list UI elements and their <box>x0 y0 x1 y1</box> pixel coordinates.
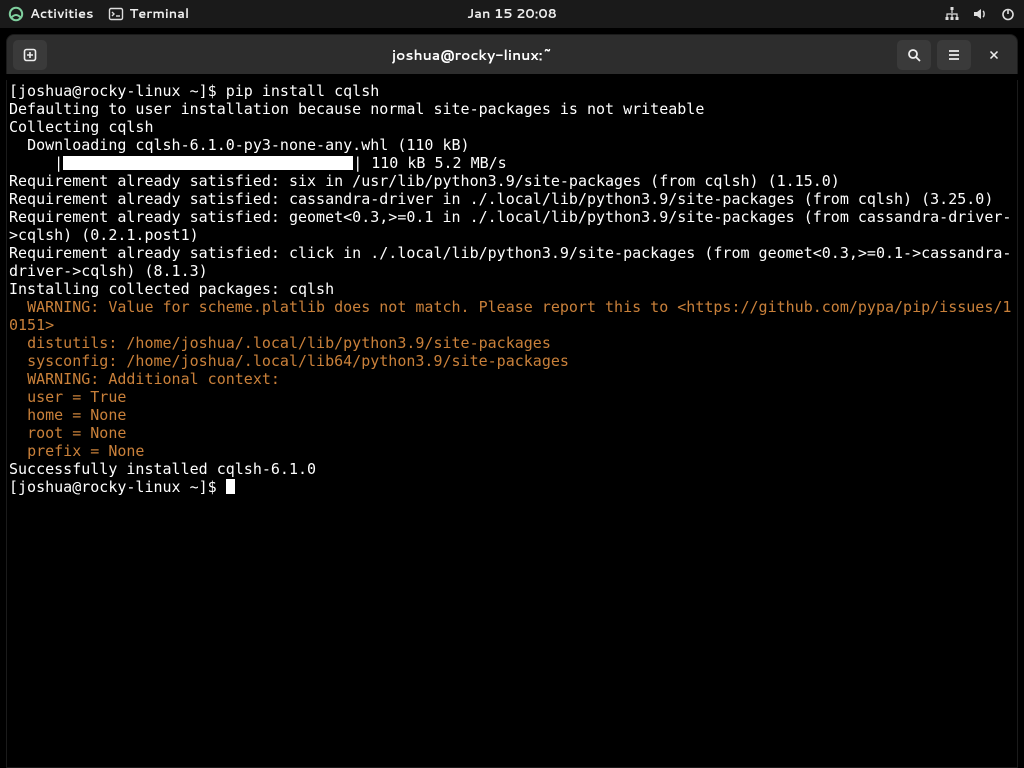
output-line: Installing collected packages: cqlsh <box>9 280 334 298</box>
clock[interactable]: Jan 15 20:08 <box>467 5 557 23</box>
activities-label: Activities <box>30 5 94 23</box>
network-icon[interactable] <box>944 6 960 22</box>
terminal-cursor <box>226 479 235 494</box>
warning-line: home = None <box>9 406 126 424</box>
warning-line: WARNING: Additional context: <box>9 370 280 388</box>
close-window-button[interactable] <box>977 40 1011 70</box>
search-button[interactable] <box>897 40 931 70</box>
warning-line: prefix = None <box>9 442 144 460</box>
warning-line: distutils: /home/joshua/.local/lib/pytho… <box>9 334 551 352</box>
output-line: Requirement already satisfied: cassandra… <box>9 190 993 208</box>
power-icon[interactable] <box>1000 6 1016 22</box>
terminal-app-icon <box>108 6 124 22</box>
warning-line: sysconfig: /home/joshua/.local/lib64/pyt… <box>9 352 569 370</box>
download-progress-bar <box>63 156 353 170</box>
output-line: Requirement already satisfied: geomet<0.… <box>9 208 1011 244</box>
prompt: [joshua@rocky-linux ~]$ <box>9 82 226 100</box>
window-title: joshua@rocky-linux:~ <box>53 45 891 65</box>
hamburger-menu-button[interactable] <box>937 40 971 70</box>
current-app-indicator[interactable]: Terminal <box>108 5 190 23</box>
output-line: Requirement already satisfied: six in /u… <box>9 172 840 190</box>
gnome-top-bar: Activities Terminal Jan 15 20:08 <box>0 0 1024 28</box>
prompt: [joshua@rocky-linux ~]$ <box>9 478 226 496</box>
output-line: Downloading cqlsh-6.1.0-py3-none-any.whl… <box>9 136 470 154</box>
new-tab-button[interactable] <box>13 40 47 70</box>
output-line: Successfully installed cqlsh-6.1.0 <box>9 460 316 478</box>
terminal-viewport[interactable]: [joshua@rocky-linux ~]$ pip install cqls… <box>6 80 1018 768</box>
output-line: Requirement already satisfied: click in … <box>9 244 1011 280</box>
window-header-bar: joshua@rocky-linux:~ <box>6 34 1018 74</box>
warning-line: user = True <box>9 388 126 406</box>
command-text: pip install cqlsh <box>226 82 380 100</box>
terminal-output: [joshua@rocky-linux ~]$ pip install cqls… <box>7 80 1017 498</box>
warning-line: WARNING: Value for scheme.platlib does n… <box>9 298 1011 334</box>
activities-button[interactable]: Activities <box>8 5 94 23</box>
progress-suffix: | 110 kB 5.2 MB/s <box>353 154 507 172</box>
activities-icon <box>8 6 24 22</box>
warning-line: root = None <box>9 424 126 442</box>
output-line: Defaulting to user installation because … <box>9 100 704 118</box>
current-app-label: Terminal <box>130 5 190 23</box>
volume-icon[interactable] <box>972 6 988 22</box>
output-line: Collecting cqlsh <box>9 118 154 136</box>
progress-prefix: | <box>9 154 63 172</box>
